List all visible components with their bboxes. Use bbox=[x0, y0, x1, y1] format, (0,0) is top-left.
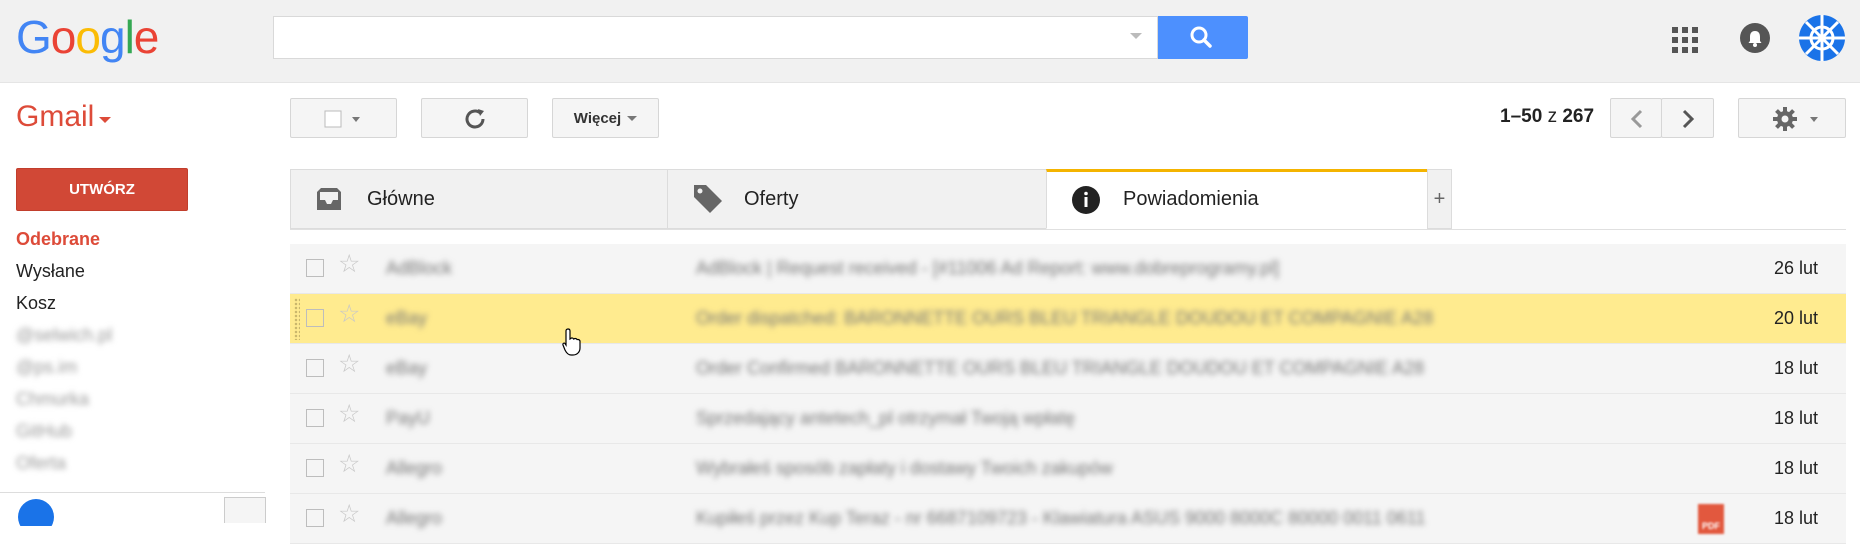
message-date: 20 lut bbox=[1773, 308, 1818, 328]
row-checkbox[interactable] bbox=[306, 509, 324, 527]
info-icon bbox=[1072, 186, 1100, 214]
google-logo[interactable]: Google bbox=[16, 10, 160, 64]
select-checkbox-dropdown[interactable] bbox=[290, 98, 397, 138]
tab-promotions-label: Oferty bbox=[744, 188, 799, 210]
tab-promotions[interactable]: Oferty bbox=[667, 169, 1047, 229]
tab-updates[interactable]: Powiadomienia bbox=[1046, 169, 1428, 229]
hangouts-avatar-icon[interactable] bbox=[16, 497, 56, 526]
search-button[interactable] bbox=[1158, 16, 1248, 59]
search-icon bbox=[1190, 26, 1212, 48]
logo-letter: o bbox=[75, 11, 101, 63]
tab-updates-label: Powiadomienia bbox=[1123, 188, 1259, 210]
compose-button[interactable]: UTWÓRZ bbox=[16, 168, 188, 211]
gear-icon bbox=[1773, 107, 1818, 131]
star-icon[interactable]: ☆ bbox=[338, 352, 360, 377]
chevron-down-icon bbox=[627, 115, 638, 121]
message-sender: Allegro bbox=[386, 508, 443, 528]
logo-letter: g bbox=[99, 11, 126, 63]
sidebar-item-sent[interactable]: Wysłane bbox=[16, 261, 85, 282]
sidebar-item-label[interactable]: GitHub bbox=[16, 421, 72, 442]
message-sender: PayU bbox=[386, 408, 431, 428]
logo-letter: o bbox=[50, 11, 77, 63]
table-row[interactable]: ☆ PayU Sprzedający antetech_pl otrzymał Tw… bbox=[290, 394, 1846, 444]
hangouts-more-button[interactable] bbox=[224, 497, 266, 523]
notifications-bell-icon[interactable] bbox=[1740, 23, 1770, 53]
message-date: 18 lut bbox=[1773, 508, 1818, 528]
sidebar-item-label[interactable]: Chmurka bbox=[16, 389, 89, 410]
message-date: 26 lut bbox=[1773, 258, 1818, 278]
message-subject: Kupiłeś przez Kup Teraz - nr 6687109723 … bbox=[696, 508, 1426, 528]
tab-primary[interactable]: Główne bbox=[290, 169, 668, 229]
drag-handle-icon[interactable] bbox=[294, 298, 300, 340]
message-sender: eBay bbox=[386, 308, 428, 328]
message-subject: Wybrałeś sposób zapłaty i dostawy Twoich… bbox=[696, 458, 1113, 478]
table-row[interactable]: ☆ Allegro Wybrałeś sposób zapłaty i dostaw… bbox=[290, 444, 1846, 494]
message-date: 18 lut bbox=[1773, 358, 1818, 378]
sidebar-item-inbox[interactable]: Odebrane bbox=[16, 229, 100, 250]
add-tab-button[interactable]: + bbox=[1427, 169, 1452, 229]
chevron-left-icon bbox=[1630, 109, 1643, 129]
message-sender: eBay bbox=[386, 358, 428, 378]
sidebar-footer bbox=[0, 492, 266, 526]
chevron-right-icon bbox=[1682, 109, 1695, 129]
table-row[interactable]: ☆ AdBlock AdBlock | Request received - [#1… bbox=[290, 244, 1846, 294]
pdf-attachment-icon[interactable]: PDF bbox=[1698, 504, 1724, 534]
pagination-info: 1–50 z 267 bbox=[1500, 106, 1594, 128]
message-date: 18 lut bbox=[1773, 458, 1818, 478]
row-checkbox[interactable] bbox=[306, 309, 324, 327]
tab-primary-label: Główne bbox=[367, 188, 435, 210]
search-options-caret-icon[interactable] bbox=[1130, 33, 1142, 39]
table-row[interactable]: ☆ eBay Order Confirmed BARONNETTE OURS BLE… bbox=[290, 344, 1846, 394]
message-sender: AdBlock bbox=[386, 258, 453, 278]
star-icon[interactable]: ☆ bbox=[338, 402, 360, 427]
table-row[interactable]: ☆ eBay Order dispatched: BARONNETTE OURS B… bbox=[290, 294, 1846, 344]
star-icon[interactable]: ☆ bbox=[338, 252, 360, 277]
message-sender: Allegro bbox=[386, 458, 443, 478]
star-icon[interactable]: ☆ bbox=[338, 302, 360, 327]
message-subject: Order Confirmed BARONNETTE OURS BLEU TRI… bbox=[696, 358, 1425, 378]
gmail-app-label[interactable]: Gmail bbox=[16, 100, 94, 134]
logo-letter: l bbox=[124, 11, 135, 63]
sidebar-item-label[interactable]: @selwich.pl bbox=[16, 325, 112, 346]
message-date: 18 lut bbox=[1773, 408, 1818, 428]
sidebar-item-label[interactable]: @ps.im bbox=[16, 357, 77, 378]
refresh-icon bbox=[465, 109, 485, 129]
search-input[interactable] bbox=[273, 16, 1158, 59]
message-subject: Sprzedający antetech_pl otrzymał Twoją w… bbox=[696, 408, 1075, 428]
refresh-button[interactable] bbox=[421, 98, 528, 138]
sidebar-item-trash[interactable]: Kosz bbox=[16, 293, 56, 314]
newer-page-button[interactable] bbox=[1610, 98, 1662, 138]
more-actions-button[interactable]: Więcej bbox=[552, 98, 659, 138]
hand-cursor-icon bbox=[562, 328, 581, 356]
star-icon[interactable]: ☆ bbox=[338, 452, 360, 477]
logo-letter: G bbox=[16, 11, 52, 63]
inbox-tray-icon bbox=[317, 188, 341, 210]
message-subject: Order dispatched: BARONNETTE OURS BLEU T… bbox=[696, 308, 1434, 328]
row-checkbox[interactable] bbox=[306, 259, 324, 277]
logo-letter: e bbox=[133, 11, 160, 63]
apps-grid-icon[interactable] bbox=[1672, 27, 1698, 53]
gmail-menu-caret-icon[interactable] bbox=[99, 117, 111, 123]
table-row[interactable]: ☆ Allegro Kupiłeś przez Kup Teraz - nr 668… bbox=[290, 494, 1846, 544]
pagination-total: 267 bbox=[1562, 106, 1595, 127]
sidebar-item-label[interactable]: Oferta bbox=[16, 453, 66, 474]
settings-button[interactable] bbox=[1738, 98, 1846, 138]
pagination-range: 1–50 bbox=[1500, 106, 1543, 127]
row-checkbox[interactable] bbox=[306, 359, 324, 377]
older-page-button[interactable] bbox=[1661, 98, 1714, 138]
row-checkbox[interactable] bbox=[306, 409, 324, 427]
message-subject: AdBlock | Request received - [#11006 Ad … bbox=[696, 258, 1280, 278]
tag-icon bbox=[694, 185, 722, 213]
star-icon[interactable]: ☆ bbox=[338, 502, 360, 527]
more-actions-label: Więcej bbox=[573, 109, 622, 127]
row-checkbox[interactable] bbox=[306, 459, 324, 477]
tabs-divider bbox=[290, 229, 1846, 230]
account-avatar-icon[interactable] bbox=[1798, 14, 1846, 62]
pagination-of: z bbox=[1547, 106, 1558, 127]
